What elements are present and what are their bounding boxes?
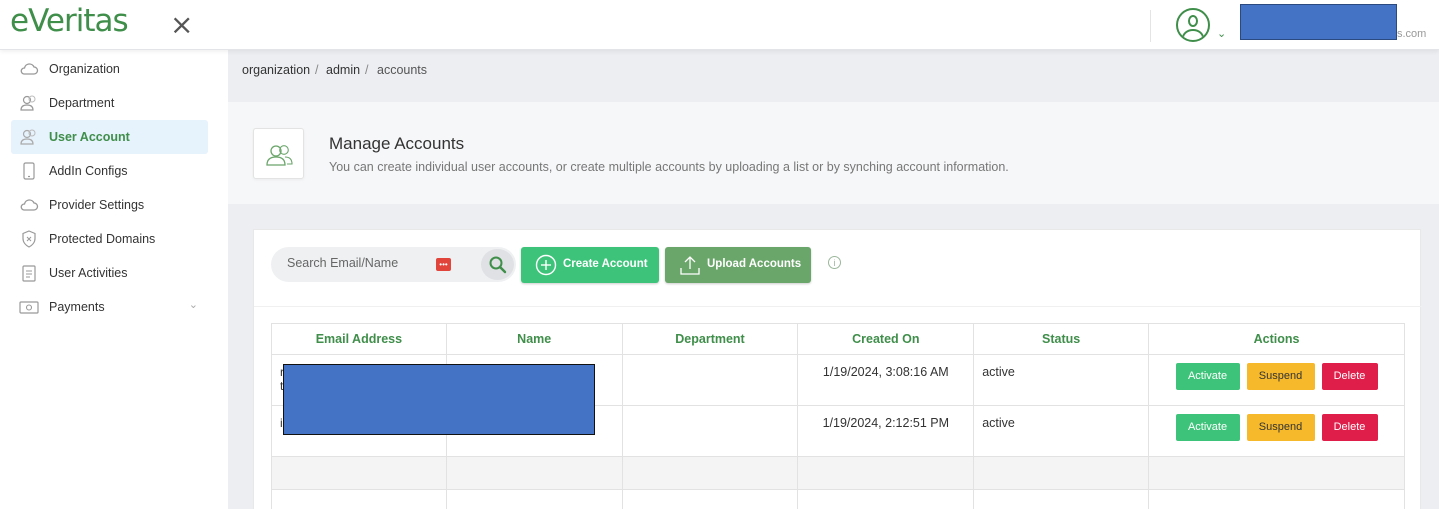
department-cell <box>621 405 799 457</box>
users-icon <box>20 95 36 111</box>
cloud-icon <box>20 199 39 211</box>
create-account-button[interactable]: Create Account <box>521 247 659 283</box>
table-header-row: Email Address Name Department Created On… <box>271 323 1405 355</box>
sidebar-item-protected-domains[interactable]: Protected Domains <box>11 222 208 256</box>
column-header-name[interactable]: Name <box>445 323 623 355</box>
sidebar-item-label: User Account <box>49 130 130 144</box>
search-input[interactable] <box>287 256 437 270</box>
sidebar-item-label: Organization <box>49 62 120 76</box>
sidebar-item-addin-configs[interactable]: AddIn Configs <box>11 154 208 188</box>
chevron-down-icon[interactable]: ⌄ <box>189 298 198 311</box>
shield-icon <box>22 230 36 248</box>
table-row-empty <box>271 456 1405 490</box>
upload-icon <box>680 256 700 275</box>
sidebar-item-label: Payments <box>49 300 105 314</box>
breadcrumb-separator: / <box>315 63 319 77</box>
logo: eVeritas <box>10 3 129 39</box>
column-header-actions: Actions <box>1148 323 1405 355</box>
users-icon <box>20 129 36 145</box>
sidebar-item-payments[interactable]: Payments ⌄ <box>11 290 208 324</box>
upload-accounts-label: Upload Accounts <box>707 258 802 270</box>
page-title: Manage Accounts <box>329 134 465 153</box>
sidebar-item-department[interactable]: Department <box>11 86 208 120</box>
column-header-department[interactable]: Department <box>621 323 799 355</box>
activate-button[interactable]: Activate <box>1175 363 1240 390</box>
breadcrumb-organization[interactable]: organization <box>242 63 310 77</box>
delete-button[interactable]: Delete <box>1321 363 1378 390</box>
sidebar: Organization Department User Account Add… <box>0 50 228 509</box>
breadcrumb-separator: / <box>365 63 369 77</box>
suspend-button[interactable]: Suspend <box>1246 363 1315 390</box>
user-email-tail: s.com <box>1397 28 1427 40</box>
sidebar-item-label: Protected Domains <box>49 232 156 246</box>
cloud-icon <box>20 63 39 75</box>
plus-circle-icon <box>535 254 557 276</box>
created-on-cell: 1/19/2024, 2:12:51 PM <box>797 405 975 457</box>
close-icon[interactable]: × <box>170 8 193 41</box>
divider <box>1150 10 1151 42</box>
sidebar-item-label: Provider Settings <box>49 198 145 212</box>
suspend-button[interactable]: Suspend <box>1246 414 1315 441</box>
money-icon <box>19 301 39 314</box>
page-description: You can create individual user accounts,… <box>329 160 1009 174</box>
table-row-empty <box>271 489 1405 509</box>
status-cell: active <box>973 405 1150 457</box>
created-on-cell: 1/19/2024, 3:08:16 AM <box>797 354 975 406</box>
phone-icon <box>23 162 35 180</box>
actions-cell: Activate Suspend Delete <box>1148 405 1405 457</box>
search-icon <box>489 256 507 274</box>
page-header: Manage Accounts You can create individua… <box>228 102 1439 204</box>
info-icon[interactable]: i <box>828 256 841 269</box>
activate-button[interactable]: Activate <box>1175 414 1240 441</box>
breadcrumb-accounts: accounts <box>377 63 428 77</box>
department-cell <box>621 354 799 406</box>
breadcrumb-admin[interactable]: admin <box>326 63 360 77</box>
column-header-status[interactable]: Status <box>973 323 1150 355</box>
column-header-created-on[interactable]: Created On <box>797 323 975 355</box>
upload-accounts-button[interactable]: Upload Accounts <box>665 247 811 283</box>
status-cell: active <box>973 354 1150 406</box>
password-manager-icon[interactable]: ••• <box>436 258 451 271</box>
sidebar-item-label: AddIn Configs <box>49 164 128 178</box>
users-icon <box>253 128 304 179</box>
redacted-username <box>1240 4 1397 40</box>
delete-button[interactable]: Delete <box>1321 414 1378 441</box>
create-account-label: Create Account <box>563 258 648 270</box>
column-header-email[interactable]: Email Address <box>271 323 447 355</box>
sidebar-item-label: Department <box>49 96 115 110</box>
sidebar-item-user-activities[interactable]: User Activities <box>11 256 208 290</box>
search-box: ••• <box>271 247 516 282</box>
search-button[interactable] <box>481 249 514 280</box>
top-bar: eVeritas × ⌄ s.com <box>0 0 1439 50</box>
clipboard-icon <box>22 265 36 282</box>
sidebar-item-provider-settings[interactable]: Provider Settings <box>11 188 208 222</box>
chevron-down-icon[interactable]: ⌄ <box>1217 27 1226 40</box>
user-avatar-icon[interactable] <box>1176 8 1210 42</box>
actions-cell: Activate Suspend Delete <box>1148 354 1405 406</box>
sidebar-item-user-account[interactable]: User Account <box>11 120 208 154</box>
redacted-email-name <box>283 364 595 435</box>
sidebar-item-organization[interactable]: Organization <box>11 52 208 86</box>
sidebar-item-label: User Activities <box>49 266 128 280</box>
divider <box>254 306 1422 307</box>
breadcrumb: organization / admin / accounts <box>228 50 1439 90</box>
